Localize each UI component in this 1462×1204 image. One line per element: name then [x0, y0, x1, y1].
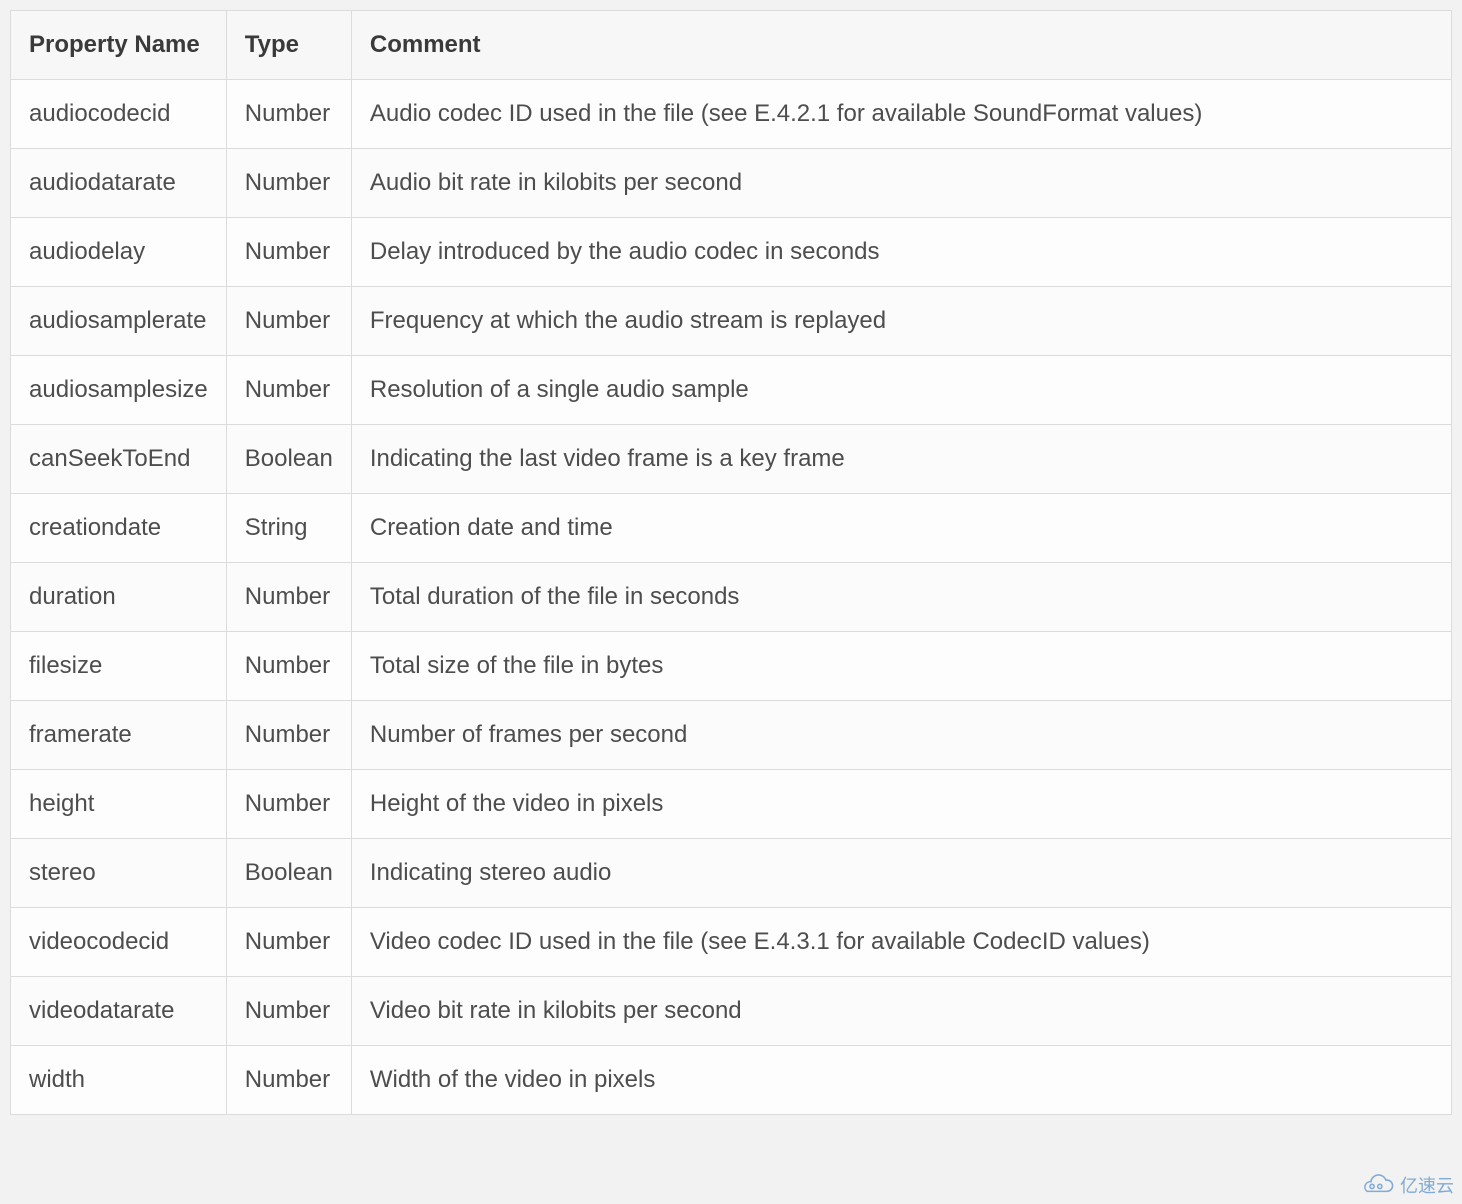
cell-type: Number — [226, 977, 351, 1046]
table-row: duration Number Total duration of the fi… — [11, 563, 1452, 632]
table-row: creationdate String Creation date and ti… — [11, 494, 1452, 563]
cell-property: duration — [11, 563, 227, 632]
cell-property: audiocodecid — [11, 80, 227, 149]
cell-comment: Resolution of a single audio sample — [351, 356, 1451, 425]
cell-type: Number — [226, 632, 351, 701]
cell-type: Number — [226, 356, 351, 425]
cell-property: height — [11, 770, 227, 839]
table-row: audiodelay Number Delay introduced by th… — [11, 218, 1452, 287]
cell-type: Number — [226, 908, 351, 977]
table-header-row: Property Name Type Comment — [11, 11, 1452, 80]
cell-property: audiosamplesize — [11, 356, 227, 425]
cell-property: framerate — [11, 701, 227, 770]
cell-comment: Total size of the file in bytes — [351, 632, 1451, 701]
cell-comment: Frequency at which the audio stream is r… — [351, 287, 1451, 356]
cell-type: Boolean — [226, 425, 351, 494]
cell-comment: Number of frames per second — [351, 701, 1451, 770]
cloud-icon — [1360, 1174, 1394, 1196]
properties-table: Property Name Type Comment audiocodecid … — [10, 10, 1452, 1115]
cell-property: creationdate — [11, 494, 227, 563]
table-row: videocodecid Number Video codec ID used … — [11, 908, 1452, 977]
cell-type: Number — [226, 770, 351, 839]
cell-comment: Height of the video in pixels — [351, 770, 1451, 839]
table-row: height Number Height of the video in pix… — [11, 770, 1452, 839]
cell-property: filesize — [11, 632, 227, 701]
cell-property: stereo — [11, 839, 227, 908]
table-row: filesize Number Total size of the file i… — [11, 632, 1452, 701]
cell-type: Number — [226, 287, 351, 356]
cell-property: canSeekToEnd — [11, 425, 227, 494]
page-root: Property Name Type Comment audiocodecid … — [0, 0, 1462, 1125]
cell-comment: Total duration of the file in seconds — [351, 563, 1451, 632]
cell-type: Number — [226, 563, 351, 632]
cell-property: videodatarate — [11, 977, 227, 1046]
cell-comment: Indicating the last video frame is a key… — [351, 425, 1451, 494]
table-row: audiosamplesize Number Resolution of a s… — [11, 356, 1452, 425]
table-row: audiocodecid Number Audio codec ID used … — [11, 80, 1452, 149]
cell-property: audiosamplerate — [11, 287, 227, 356]
cell-type: Number — [226, 218, 351, 287]
cell-comment: Video codec ID used in the file (see E.4… — [351, 908, 1451, 977]
cell-type: Number — [226, 1046, 351, 1115]
table-row: width Number Width of the video in pixel… — [11, 1046, 1452, 1115]
cell-property: audiodelay — [11, 218, 227, 287]
cell-comment: Audio codec ID used in the file (see E.4… — [351, 80, 1451, 149]
table-row: audiosamplerate Number Frequency at whic… — [11, 287, 1452, 356]
table-row: stereo Boolean Indicating stereo audio — [11, 839, 1452, 908]
cell-comment: Indicating stereo audio — [351, 839, 1451, 908]
cell-type: Number — [226, 149, 351, 218]
cell-type: Number — [226, 701, 351, 770]
cell-comment: Width of the video in pixels — [351, 1046, 1451, 1115]
cell-comment: Audio bit rate in kilobits per second — [351, 149, 1451, 218]
col-property-name: Property Name — [11, 11, 227, 80]
table-row: audiodatarate Number Audio bit rate in k… — [11, 149, 1452, 218]
col-comment: Comment — [351, 11, 1451, 80]
cell-property: videocodecid — [11, 908, 227, 977]
table-row: canSeekToEnd Boolean Indicating the last… — [11, 425, 1452, 494]
cell-property: audiodatarate — [11, 149, 227, 218]
cell-comment: Delay introduced by the audio codec in s… — [351, 218, 1451, 287]
cell-property: width — [11, 1046, 227, 1115]
watermark: 亿速云 — [1360, 1172, 1454, 1198]
watermark-text: 亿速云 — [1400, 1172, 1454, 1198]
col-type: Type — [226, 11, 351, 80]
cell-type: String — [226, 494, 351, 563]
cell-type: Number — [226, 80, 351, 149]
table-row: framerate Number Number of frames per se… — [11, 701, 1452, 770]
cell-comment: Creation date and time — [351, 494, 1451, 563]
table-row: videodatarate Number Video bit rate in k… — [11, 977, 1452, 1046]
cell-comment: Video bit rate in kilobits per second — [351, 977, 1451, 1046]
cell-type: Boolean — [226, 839, 351, 908]
